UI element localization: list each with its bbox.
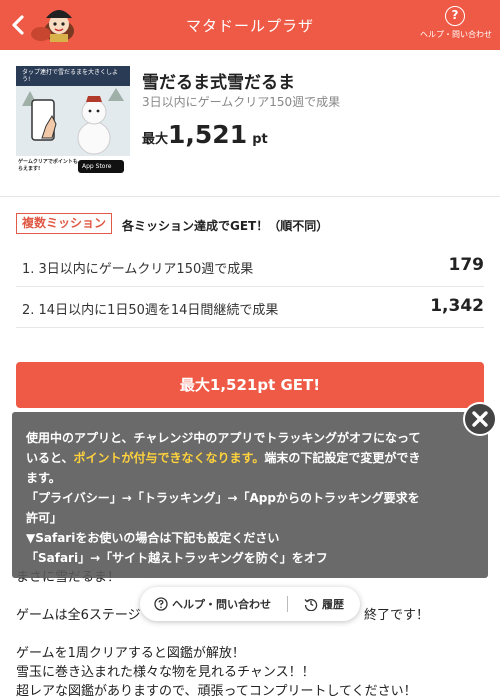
- description-line: ゲームを1周クリアすると図鑑が解放！: [16, 646, 245, 661]
- pill-help-label: ヘルプ・問い合わせ: [172, 598, 271, 611]
- max-points-unit: pt: [252, 132, 268, 147]
- description-line: ゲームは全6ステージ: [16, 608, 141, 623]
- history-icon: [304, 599, 318, 611]
- header-help-button[interactable]: ? ヘルプ・問い合わせ: [420, 6, 492, 46]
- close-banner-button[interactable]: [463, 402, 497, 436]
- description-line: 雪玉に巻き込まれた様々な物を見れるチャンス！！: [16, 665, 315, 680]
- floating-action-pill: ヘルプ・問い合わせ 履歴: [140, 587, 360, 621]
- max-points-display: 最大1,521 pt: [142, 120, 268, 149]
- warning-line: 「Safari」→「サイト越えトラッキングを防ぐ」をオフ: [26, 551, 328, 565]
- mission-row: 2. 14日以内に1日50週を14日間継続で成果 1,342: [16, 287, 484, 327]
- warning-line: ます。: [26, 471, 61, 485]
- mission-points: 1,342: [430, 296, 484, 316]
- mission-note: 各ミッション達成でGET！（順不同）: [122, 219, 329, 233]
- warning-line: 「プライバシー」→「トラッキング」→「Appからのトラッキング要求を: [26, 491, 420, 505]
- warning-line: いると、ポイントが付与できなくなります。端末の下記設定で変更ができ: [26, 448, 476, 468]
- row-divider: [16, 327, 484, 328]
- warning-line: 許可」: [26, 511, 63, 525]
- multi-mission-badge: 複数ミッション: [16, 213, 113, 234]
- mission-label: 1. 3日以内にゲームクリア150週で成果: [22, 262, 254, 277]
- tracking-warning-banner: 使用中のアプリと、チャレンジ中のアプリでトラッキングがオフになって いると、ポイ…: [12, 412, 488, 578]
- warning-text: いると、: [26, 451, 74, 465]
- close-icon: [472, 411, 488, 427]
- thumbnail-banner-text: タップ連打で雪だるまを大きくしよう!: [22, 69, 119, 83]
- pill-separator: [287, 596, 288, 612]
- warning-text: 端末の下記設定で変更ができ: [264, 451, 421, 465]
- max-points-prefix: 最大: [142, 132, 169, 147]
- game-title: 雪だるま式雪だるま: [142, 73, 295, 93]
- warning-line: ▼Safariをお使いの場合は下記も設定ください: [26, 531, 280, 545]
- thumbnail-caption: ゲームクリアでポイントもらえます!: [18, 159, 78, 172]
- app-store-badge: App Store: [82, 163, 112, 170]
- mission-points: 179: [448, 255, 485, 275]
- question-circle-icon: [154, 597, 168, 611]
- warning-highlight: ポイントが付与できなくなります。: [73, 451, 265, 465]
- game-subtitle: 3日以内にゲームクリア150週で成果: [142, 95, 341, 109]
- description-line: 終了です！: [364, 608, 430, 623]
- mission-row: 1. 3日以内にゲームクリア150週で成果 179: [16, 246, 484, 286]
- max-points-value: 1,521: [168, 120, 248, 149]
- header-help-label: ヘルプ・問い合わせ: [420, 30, 492, 39]
- pill-help-button[interactable]: ヘルプ・問い合わせ: [154, 587, 271, 621]
- game-thumbnail: タップ連打で雪だるまを大きくしよう! ゲームクリアでポイントもらえます! App…: [16, 66, 130, 176]
- pill-history-label: 履歴: [322, 598, 344, 611]
- description-line: 超レアな図鑑がありますので、頑張ってコンプリートしてください！: [16, 684, 417, 699]
- section-divider: [0, 196, 500, 197]
- mission-label: 2. 14日以内に1日50週を14日間継続で成果: [22, 303, 279, 318]
- app-header: マタドールプラザ ? ヘルプ・問い合わせ: [0, 0, 500, 50]
- question-circle-icon: ?: [445, 6, 465, 26]
- warning-line: 使用中のアプリと、チャレンジ中のアプリでトラッキングがオフになって: [26, 431, 421, 445]
- get-points-button[interactable]: 最大1,521pt GET!: [16, 362, 484, 408]
- pill-history-button[interactable]: 履歴: [304, 587, 344, 621]
- matador-mascot-logo: [26, 4, 80, 46]
